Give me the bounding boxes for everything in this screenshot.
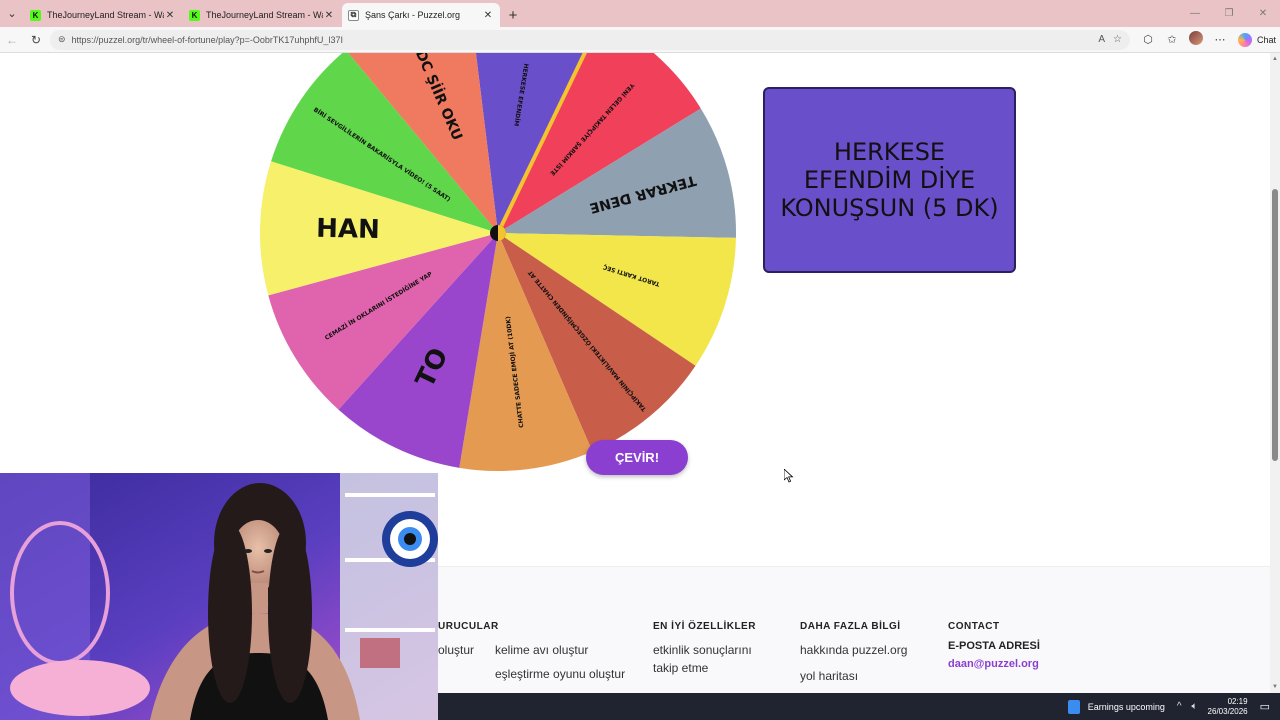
scroll-up-icon[interactable]: ▲ bbox=[1271, 56, 1279, 62]
mouse-cursor-icon bbox=[784, 469, 794, 483]
minimize-icon[interactable]: — bbox=[1178, 0, 1212, 27]
tab-actions-menu-icon[interactable]: ⌄ bbox=[0, 0, 24, 27]
extensions-icon[interactable]: ⬡ bbox=[1136, 33, 1160, 46]
footer-email-label: E-POSTA ADRESİ bbox=[948, 640, 1040, 652]
site-info-icon[interactable]: ⊜ bbox=[58, 34, 66, 45]
copilot-chat-button[interactable]: Chat bbox=[1238, 32, 1277, 47]
address-bar[interactable]: ⊜ https://puzzel.org/tr/wheel-of-fortune… bbox=[50, 29, 1130, 50]
result-text: HERKESE EFENDİM DİYE KONUŞSUN (5 DK) bbox=[780, 138, 999, 222]
footer-link[interactable]: yol haritası bbox=[800, 667, 858, 685]
footer-link[interactable]: eşleştirme oyunu oluştur bbox=[495, 665, 625, 683]
os-taskbar: Earnings upcoming ^ 🔈︎ 02:19 26/03/2026 … bbox=[438, 693, 1280, 720]
streamer-webcam-image bbox=[0, 473, 438, 720]
news-widget[interactable]: Earnings upcoming bbox=[1067, 699, 1165, 714]
clock-date: 26/03/2026 bbox=[1207, 706, 1248, 716]
webcam-overlay bbox=[0, 473, 438, 720]
browser-toolbar: ← ↻ ⊜ https://puzzel.org/tr/wheel-of-for… bbox=[0, 27, 1280, 53]
favorites-icon[interactable]: ✩ bbox=[1160, 33, 1184, 46]
footer-heading-contact: CONTACT bbox=[948, 621, 1000, 632]
scroll-down-icon[interactable]: ▼ bbox=[1271, 684, 1279, 690]
document-icon bbox=[1067, 699, 1080, 714]
close-icon[interactable]: ✕ bbox=[164, 10, 176, 21]
footer-link[interactable]: kelime avı oluştur bbox=[495, 641, 588, 659]
wheel-segment-label: HAN bbox=[316, 214, 380, 245]
close-icon[interactable]: ✕ bbox=[323, 10, 335, 21]
spin-button[interactable]: ÇEVİR! bbox=[586, 440, 688, 475]
browser-tab-2[interactable]: K TheJourneyLand Stream - Watch L ✕ bbox=[183, 3, 341, 27]
puzzel-icon: ⧉ bbox=[348, 9, 359, 21]
footer-link[interactable]: etkinlik sonuçlarını takip etme bbox=[653, 641, 763, 677]
speaker-icon[interactable]: 🔈︎ bbox=[1192, 701, 1198, 712]
wheel-of-fortune[interactable]: HERKESE EFENDİM YENİ GELEN TAKİPÇİYE ŞARK… bbox=[258, 53, 738, 473]
tab-title: Şans Çarkı - Puzzel.org bbox=[365, 10, 461, 20]
close-window-icon[interactable]: ✕ bbox=[1246, 0, 1280, 27]
restore-icon[interactable]: ❐ bbox=[1212, 0, 1246, 27]
reload-icon[interactable]: ↻ bbox=[24, 29, 48, 51]
kick-icon: K bbox=[30, 9, 41, 21]
scrollbar-thumb[interactable] bbox=[1272, 189, 1278, 461]
chevron-up-icon[interactable]: ^ bbox=[1177, 701, 1182, 712]
footer-email-link[interactable]: daan@puzzel.org bbox=[948, 658, 1039, 670]
browser-tab-3[interactable]: ⧉ Şans Çarkı - Puzzel.org ✕ bbox=[342, 3, 500, 27]
new-tab-button[interactable]: + bbox=[501, 3, 525, 27]
copilot-icon bbox=[1238, 32, 1252, 47]
profile-avatar[interactable] bbox=[1184, 31, 1208, 48]
page-scrollbar[interactable]: ▲ ▼ bbox=[1270, 53, 1280, 693]
url-text: https://puzzel.org/tr/wheel-of-fortune/p… bbox=[71, 34, 343, 45]
browser-tab-1[interactable]: K TheJourneyLand Stream - Watch L ✕ bbox=[24, 3, 182, 27]
tab-title: TheJourneyLand Stream - Watch L bbox=[47, 10, 164, 20]
news-text: Earnings upcoming bbox=[1087, 701, 1165, 712]
clock-time: 02:19 bbox=[1227, 696, 1248, 706]
window-controls: — ❐ ✕ bbox=[1178, 0, 1280, 27]
footer-heading-more-info: DAHA FAZLA BİLGİ bbox=[800, 621, 901, 632]
more-menu-icon[interactable]: ⋯ bbox=[1208, 33, 1232, 46]
system-clock[interactable]: 02:19 26/03/2026 bbox=[1208, 697, 1248, 717]
footer-heading-creators: URUCULAR bbox=[438, 621, 499, 632]
footer-link[interactable]: oluştur bbox=[438, 641, 474, 659]
notification-icon[interactable]: ▭ bbox=[1260, 700, 1270, 713]
tab-title: TheJourneyLand Stream - Watch L bbox=[206, 10, 323, 20]
chat-label: Chat bbox=[1257, 34, 1277, 45]
back-arrow-icon[interactable]: ← bbox=[0, 29, 24, 51]
result-card: HERKESE EFENDİM DİYE KONUŞSUN (5 DK) bbox=[763, 87, 1016, 273]
footer-heading-features: EN İYİ ÖZELLİKLER bbox=[653, 621, 756, 632]
favorite-star-icon[interactable]: ☆ bbox=[1113, 34, 1122, 45]
footer-link[interactable]: hakkında puzzel.org bbox=[800, 641, 907, 659]
read-aloud-icon[interactable]: A bbox=[1098, 34, 1105, 45]
close-icon[interactable]: ✕ bbox=[482, 10, 494, 21]
kick-icon: K bbox=[189, 9, 200, 21]
browser-tab-bar: ⌄ K TheJourneyLand Stream - Watch L ✕ K … bbox=[0, 0, 1280, 27]
